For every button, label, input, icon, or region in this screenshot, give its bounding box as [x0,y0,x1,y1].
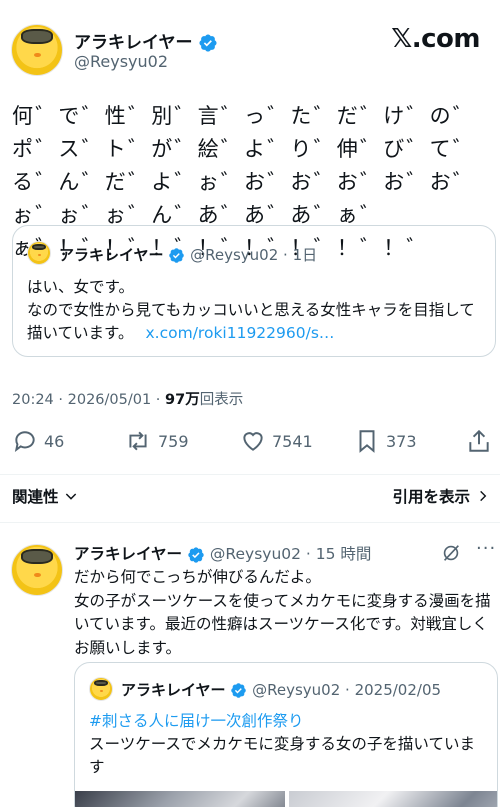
quoted-post-time: 1日 [292,246,318,264]
reply-header: アラキレイヤー @Reysyu02 · 15 時間 [74,542,371,564]
view-count: 97万 [165,392,200,408]
quoted-post[interactable]: アラキレイヤー @Reysyu02 · 1日 はい、女です。 なので女性から見て… [12,225,496,357]
like-count: 7541 [272,431,313,451]
divider [0,474,500,475]
quoted-post-body: スーツケースでメカケモに変身する女の子を描いています [89,735,475,776]
share-icon [469,429,489,452]
view-quotes-label: 引用を表示 [392,488,470,506]
quoted-post-header: アラキレイヤー @Reysyu02 · 2025/02/05 [121,679,441,700]
quoted-post-link[interactable]: x.com/roki11922960/s… [146,324,335,342]
separator-dot: · [278,246,293,264]
quoted-post-date: 2025/02/05 [354,681,442,699]
sort-relevance-dropdown[interactable]: 関連性 [12,485,79,507]
reply-body: だから何でこっちが伸びるんだよ。 女の子がスーツケースを使ってメカケモに変身する… [74,566,494,660]
author-avatar[interactable] [11,24,63,76]
verified-badge-icon [169,248,185,263]
reply-author-name[interactable]: アラキレイヤー [74,545,182,563]
bookmark-icon [359,430,375,453]
divider [0,522,500,523]
author-name-row[interactable]: アラキレイヤー [74,28,218,53]
sort-label: 関連性 [12,488,59,506]
media-thumbnails [75,791,497,807]
quoted-author-handle: @Reysyu02 [190,246,279,264]
post-date[interactable]: 2026/05/01 [68,392,152,408]
grok-icon[interactable] [440,542,462,564]
quoted-author-name: アラキレイヤー [121,681,226,699]
quoted-author-name: アラキレイヤー [59,246,164,264]
quoted-post-body: はい、女です。 なので女性から見てもカッコいいと思える女性キャラを目指して描いて… [27,276,487,345]
author-handle[interactable]: @Reysyu02 [74,52,168,71]
reply-author-avatar[interactable] [11,544,63,596]
separator-dot: · [340,681,355,699]
reply-line: だから何でこっちが伸びるんだよ。 [74,568,321,586]
view-quotes-link[interactable]: 引用を表示 [392,485,490,507]
verified-badge-icon [199,34,217,52]
verified-badge-icon [188,546,204,563]
quoted-author-avatar [89,677,113,701]
reply-author-handle[interactable]: @Reysyu02 [210,545,301,563]
bookmark-button[interactable]: 373 [354,428,417,454]
x-logo[interactable]: 𝕏.com [391,24,480,54]
repost-icon [129,431,147,451]
more-options-icon[interactable]: ··· [476,538,496,559]
heart-icon [243,432,263,451]
reply-quoted-post[interactable]: アラキレイヤー @Reysyu02 · 2025/02/05 #刺さる人に届け一… [74,662,498,807]
reply-line: 女の子がスーツケースを使ってメカケモに変身する漫画を描いています。最近の性癖はス… [74,591,491,657]
media-thumbnail[interactable] [289,791,497,807]
quoted-author-handle: @Reysyu02 [252,681,341,699]
separator-dot: · [301,545,316,563]
quoted-post-header: アラキレイヤー @Reysyu02 · 1日 [59,244,317,265]
bookmark-count: 373 [386,431,417,451]
post-time[interactable]: 20:24 [12,392,54,408]
reply-button[interactable]: 46 [12,428,64,454]
quoted-post-line: はい、女です。 [27,278,134,296]
action-bar: 46 759 7541 373 [0,428,500,458]
repost-button[interactable]: 759 [124,428,189,454]
verified-badge-icon [231,683,247,698]
reply-time[interactable]: 15 時間 [316,545,372,563]
view-count-label: 回表示 [199,392,244,408]
hashtag-link[interactable]: #刺さる人に届け一次創作祭り [89,709,304,731]
author-name[interactable]: アラキレイヤー [74,33,193,53]
reply-post[interactable]: アラキレイヤー @Reysyu02 · 15 時間 ··· だから何でこっちが伸… [0,530,500,807]
post-meta: 20:24 · 2026/05/01 · 97万回表示 [12,392,244,408]
quoted-author-avatar [27,241,51,265]
post-header: アラキレイヤー @Reysyu02 𝕏.com [0,0,500,90]
chevron-right-icon [480,490,487,502]
quoted-post-line: なので女性から見てもカッコいいと思える女性キャラを目指して描いています。 x.co… [27,301,475,342]
media-thumbnail[interactable] [75,791,285,807]
reply-count: 46 [44,431,65,451]
share-button[interactable] [466,428,492,454]
reply-icon [14,431,35,452]
repost-count: 759 [158,431,189,451]
like-button[interactable]: 7541 [240,428,313,454]
chevron-down-icon [65,493,76,500]
